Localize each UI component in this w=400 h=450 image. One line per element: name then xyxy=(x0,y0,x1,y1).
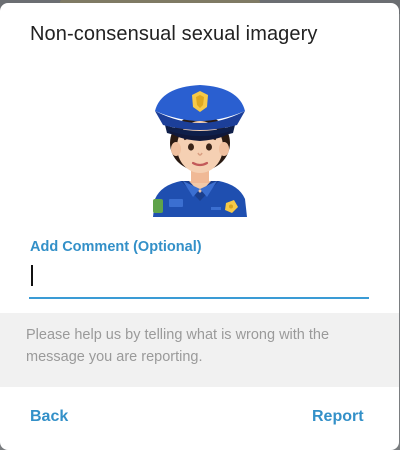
text-caret xyxy=(31,265,33,286)
report-dialog: Non-consensual sexual imagery Add Commen… xyxy=(0,3,399,450)
police-officer-woman-icon xyxy=(153,85,247,217)
hint-panel: Please help us by telling what is wrong … xyxy=(0,313,399,387)
back-button[interactable]: Back xyxy=(30,408,68,426)
add-comment-label: Add Comment (Optional) xyxy=(30,239,202,255)
comment-input[interactable] xyxy=(29,259,369,299)
hint-text: Please help us by telling what is wrong … xyxy=(26,327,330,365)
report-button[interactable]: Report xyxy=(312,408,364,426)
dialog-title: Non-consensual sexual imagery xyxy=(30,23,318,45)
